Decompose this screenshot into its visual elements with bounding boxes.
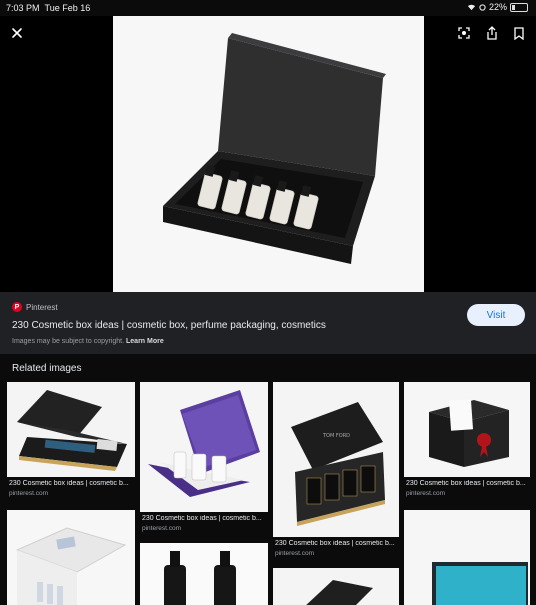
dropper-bottles-image <box>140 543 268 605</box>
related-image-3[interactable]: TOM FORD <box>273 382 399 537</box>
black-gift-box-image: TOM FORD <box>273 382 399 537</box>
wifi-icon <box>467 4 476 11</box>
related-image-8[interactable] <box>404 510 530 605</box>
close-icon[interactable] <box>6 22 28 44</box>
pinterest-icon: P <box>12 302 22 312</box>
time-text: 7:03 PM <box>6 3 40 13</box>
status-time: 7:03 PM Tue Feb 16 <box>6 3 90 13</box>
perfume-box-image <box>163 33 386 264</box>
result-source[interactable]: P Pinterest <box>12 302 58 312</box>
purple-box-image <box>140 382 268 512</box>
result-title[interactable]: 230 Cosmetic box ideas | cosmetic box, p… <box>12 320 326 331</box>
related-caption-3[interactable]: 230 Cosmetic box ideas | cosmetic b... <box>275 540 399 547</box>
battery-percent: 22% <box>488 2 507 12</box>
copyright-notice: Images may be subject to copyright. Lear… <box>12 338 164 345</box>
battery-icon <box>510 2 528 12</box>
share-icon[interactable] <box>481 22 503 44</box>
location-icon <box>479 3 486 11</box>
related-image-1[interactable] <box>7 382 135 477</box>
source-name: Pinterest <box>26 302 58 312</box>
result-info-panel: P Pinterest 230 Cosmetic box ideas | cos… <box>0 292 536 354</box>
teal-box-image <box>404 510 530 605</box>
related-caption-2[interactable]: 230 Cosmetic box ideas | cosmetic b... <box>142 515 268 522</box>
black-box-red-seal-image <box>404 382 530 477</box>
related-source-1: pinterest.com <box>9 490 49 497</box>
related-image-2[interactable] <box>140 382 268 512</box>
date-text: Tue Feb 16 <box>44 3 91 13</box>
related-images-grid: 230 Cosmetic box ideas | cosmetic b... p… <box>0 380 536 605</box>
status-bar: 7:03 PM Tue Feb 16 22% <box>0 0 536 16</box>
related-caption-4[interactable]: 230 Cosmetic box ideas | cosmetic b... <box>406 480 530 487</box>
learn-more-link[interactable]: Learn More <box>126 338 164 345</box>
white-cosmetic-box-image <box>7 510 135 605</box>
bookmark-icon[interactable] <box>508 22 530 44</box>
related-image-7[interactable] <box>273 568 399 605</box>
related-source-3: pinterest.com <box>275 550 315 557</box>
dark-box-image <box>273 568 399 605</box>
lens-icon[interactable] <box>453 22 475 44</box>
svg-text:TOM FORD: TOM FORD <box>322 433 350 439</box>
status-right: 22% <box>467 2 528 12</box>
related-image-6[interactable] <box>140 543 268 605</box>
related-image-5[interactable] <box>7 510 135 605</box>
visit-button[interactable]: Visit <box>467 304 525 326</box>
copyright-text: Images may be subject to copyright. <box>12 338 125 345</box>
related-images-heading: Related images <box>12 363 82 374</box>
image-viewer <box>0 16 536 292</box>
related-caption-1[interactable]: 230 Cosmetic box ideas | cosmetic b... <box>9 480 135 487</box>
main-image[interactable] <box>113 16 424 292</box>
related-image-4[interactable] <box>404 382 530 477</box>
related-source-2: pinterest.com <box>142 525 182 532</box>
related-source-4: pinterest.com <box>406 490 446 497</box>
battery-fill <box>512 4 515 10</box>
cosmetic-box-image <box>7 382 135 477</box>
